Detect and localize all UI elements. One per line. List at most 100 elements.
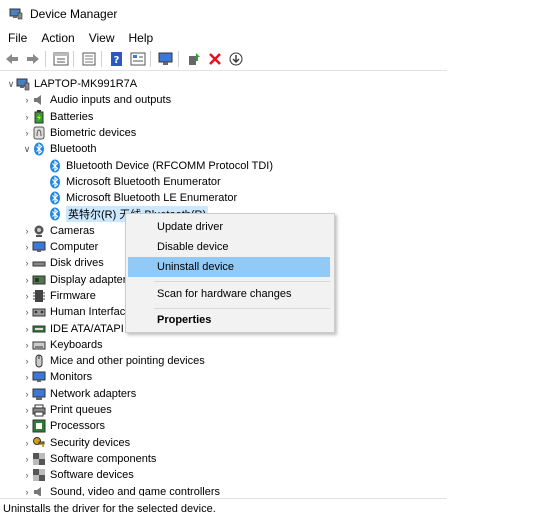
view-resources-icon[interactable] (129, 50, 147, 68)
tree-category-audio-inputs-and-outputs[interactable]: › Audio inputs and outputs (22, 92, 172, 108)
expand-icon[interactable]: › (22, 337, 32, 353)
tree-item-label: Computer (50, 241, 99, 253)
disable-device-icon[interactable] (206, 50, 224, 68)
security-icon (32, 436, 46, 450)
forward-icon[interactable] (24, 50, 42, 68)
tree-category-monitors[interactable]: › Monitors (22, 369, 93, 385)
tree-item-label: Keyboards (50, 339, 103, 351)
tree-category-cameras[interactable]: › Cameras (22, 223, 95, 239)
expand-icon[interactable]: › (22, 484, 32, 496)
tree-category-sound-video-and-game-controllers[interactable]: › Sound, video and game controllers (22, 484, 220, 496)
tree-category-print-queues[interactable]: › Print queues (22, 402, 112, 418)
update-driver-icon[interactable] (185, 50, 203, 68)
tree-category-network-adapters[interactable]: › Network adapters (22, 386, 136, 402)
tree-item-label: Network adapters (50, 388, 137, 400)
speaker-icon (32, 93, 46, 107)
tree-category-batteries[interactable]: › Batteries (22, 109, 93, 125)
tree-root[interactable]: ∨ LAPTOP-MK991R7A (6, 76, 137, 92)
tree-item-label: Mice and other pointing devices (50, 355, 205, 367)
expand-icon[interactable]: › (22, 386, 32, 402)
computer-icon (16, 77, 30, 91)
expand-icon[interactable]: › (22, 109, 32, 125)
properties-icon[interactable] (52, 50, 70, 68)
processor-icon (32, 419, 46, 433)
expand-icon[interactable]: › (22, 125, 32, 141)
fingerprint-icon (32, 126, 46, 140)
context-scan-hardware[interactable]: Scan for hardware changes (128, 284, 330, 304)
tree-item-label: LAPTOP-MK991R7A (34, 78, 138, 90)
menu-help[interactable]: Help (122, 29, 161, 47)
expand-icon[interactable]: › (22, 288, 32, 304)
component-icon (32, 452, 46, 466)
context-separator (154, 308, 330, 309)
expand-icon[interactable]: › (22, 369, 32, 385)
help-icon[interactable]: ? (108, 50, 126, 68)
tree-category-keyboards[interactable]: › Keyboards (22, 337, 103, 353)
tree-category-mice-and-other-pointing-devices[interactable]: › Mice and other pointing devices (22, 353, 205, 369)
context-uninstall-device[interactable]: Uninstall device (128, 257, 330, 277)
back-icon[interactable] (3, 50, 21, 68)
tree-item-label: Microsoft Bluetooth LE Enumerator (66, 192, 238, 204)
context-disable-device[interactable]: Disable device (128, 237, 330, 257)
toolbar: ? (0, 48, 447, 71)
context-properties[interactable]: Properties (128, 310, 330, 330)
expand-icon[interactable]: › (22, 418, 32, 434)
menu-bar: File Action View Help (0, 29, 160, 47)
expand-icon[interactable]: › (22, 402, 32, 418)
tree-item-label: Sound, video and game controllers (50, 486, 220, 496)
disk-icon (32, 256, 46, 270)
title-bar: Device Manager (0, 0, 447, 28)
camera-icon (32, 224, 46, 238)
menu-action[interactable]: Action (34, 29, 81, 47)
uninstall-device-icon[interactable] (227, 50, 245, 68)
expand-icon[interactable]: › (22, 239, 32, 255)
toolbar-separator (101, 51, 102, 67)
expand-icon[interactable]: › (22, 435, 32, 451)
collapse-icon[interactable]: ∨ (6, 76, 16, 92)
tree-item-label: Monitors (50, 371, 93, 383)
tree-item-label: Processors (50, 420, 106, 432)
tree-category-security-devices[interactable]: › Security devices (22, 435, 130, 451)
firmware-icon (32, 289, 46, 303)
tree-item-label: Cameras (50, 225, 95, 237)
tree-category-biometric-devices[interactable]: › Biometric devices (22, 125, 136, 141)
scan-hardware-icon[interactable] (157, 50, 175, 68)
tree-category-bluetooth[interactable]: ∨ Bluetooth (22, 141, 96, 157)
tree-item-label: Microsoft Bluetooth Enumerator (66, 176, 221, 188)
tree-category-disk-drives[interactable]: › Disk drives (22, 255, 104, 271)
tree-device-item[interactable]: Microsoft Bluetooth LE Enumerator (38, 190, 237, 206)
tree-category-software-components[interactable]: › Software components (22, 451, 156, 467)
show-hidden-icon[interactable] (80, 50, 98, 68)
tree-category-computer[interactable]: › Computer (22, 239, 99, 255)
expand-icon[interactable]: › (22, 255, 32, 271)
expand-icon[interactable]: › (22, 272, 32, 288)
tree-item-label: Audio inputs and outputs (50, 94, 172, 106)
tree-device-item[interactable]: Bluetooth Device (RFCOMM Protocol TDI) (38, 158, 273, 174)
expand-icon[interactable]: › (22, 92, 32, 108)
tree-item-label: Firmware (50, 290, 96, 302)
menu-view[interactable]: View (82, 29, 122, 47)
expand-icon[interactable]: › (22, 467, 32, 483)
tree-category-processors[interactable]: › Processors (22, 418, 105, 434)
context-update-driver[interactable]: Update driver (128, 217, 330, 237)
ide-icon (32, 322, 46, 336)
tree-category-display-adapters[interactable]: › Display adapters (22, 272, 132, 288)
expand-icon[interactable]: › (22, 223, 32, 239)
expand-icon[interactable]: › (22, 304, 32, 320)
display-adapter-icon (32, 273, 46, 287)
collapse-icon[interactable]: ∨ (22, 141, 32, 157)
status-text: Uninstalls the driver for the selected d… (3, 503, 216, 515)
expand-icon[interactable]: › (22, 321, 32, 337)
menu-file[interactable]: File (0, 29, 34, 47)
expand-icon[interactable]: › (22, 451, 32, 467)
bluetooth-icon (48, 191, 62, 205)
hid-icon (32, 305, 46, 319)
expand-icon[interactable]: › (22, 353, 32, 369)
tree-category-software-devices[interactable]: › Software devices (22, 467, 134, 483)
tree-item-label: Biometric devices (50, 127, 137, 139)
tree-item-label: Bluetooth Device (RFCOMM Protocol TDI) (66, 160, 274, 172)
tree-device-item[interactable]: Microsoft Bluetooth Enumerator (38, 174, 221, 190)
tree-category-firmware[interactable]: › Firmware (22, 288, 96, 304)
